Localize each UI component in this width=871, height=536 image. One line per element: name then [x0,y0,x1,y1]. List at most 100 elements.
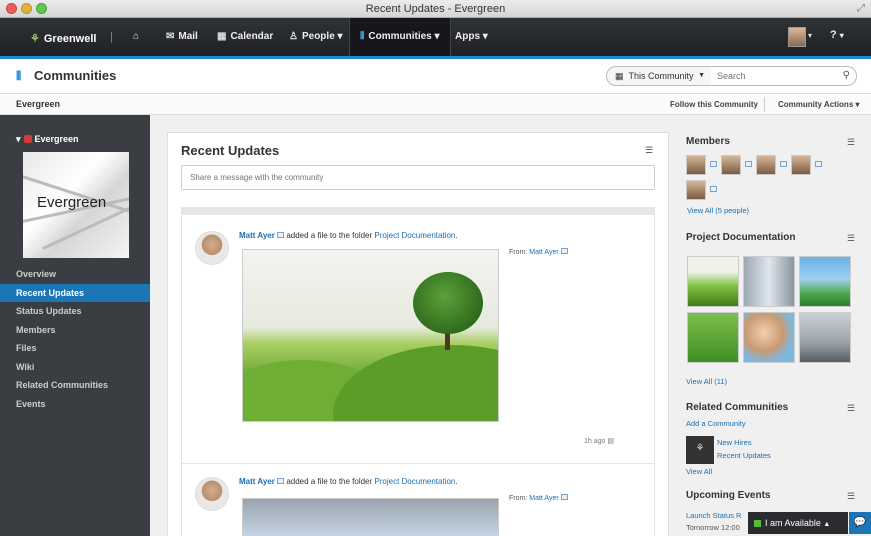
search-scope-dropdown[interactable]: ▦ This Community ▼ [606,66,712,86]
related-menu-icon[interactable]: ☰ [847,403,855,414]
search-input[interactable] [717,67,827,85]
member-avatar[interactable] [686,155,706,175]
event-time: Tomorrow 12:00 [686,523,740,532]
community-badge-icon [23,135,32,143]
author-avatar[interactable] [195,477,229,511]
sidebar-item-files[interactable]: Files [0,339,150,358]
nav-calendar[interactable]: ▦ Calendar [217,18,273,56]
doc-thumbnail[interactable] [743,256,795,307]
business-card-icon[interactable] [710,161,717,167]
business-card-icon[interactable] [277,232,285,238]
community-toggle[interactable]: ▾ Evergreen [16,134,79,145]
recent-updates-panel: Recent Updates ☰ Matt Ayer added a file … [167,132,669,536]
chat-status-bar[interactable]: I am Available ▲ [748,512,848,534]
nav-communities[interactable]: ⦀ Communities ▾ [349,18,451,56]
sidebar-item-related-communities[interactable]: Related Communities [0,376,150,395]
comment-icon[interactable]: ▤ [607,438,614,445]
share-box [181,165,655,190]
avatar-caret-icon[interactable]: ▾ [808,31,812,40]
doc-thumbnail[interactable] [687,312,739,363]
close-window-button[interactable] [6,3,17,14]
sidebar-item-status-updates[interactable]: Status Updates [0,302,150,321]
help-menu[interactable]: ? ▾ [830,29,844,41]
top-navigation: ⚘ Greenwell | ⌂ ✉ Mail ▦ Calendar ♙ People ▾… [0,18,871,59]
author-link[interactable]: Matt Ayer [239,231,275,240]
follow-community-link[interactable]: Follow this Community [670,100,758,109]
view-all-docs-link[interactable]: View All (11) [686,377,727,386]
add-community-link[interactable]: Add a Community [686,419,746,428]
communities-icon: ⦀ [360,31,365,42]
from-link[interactable]: Matt Ayer [529,495,558,502]
author-avatar[interactable] [195,231,229,265]
event-link[interactable]: Launch Status R [686,511,741,520]
menu-icon[interactable]: ☰ [645,145,653,156]
zoom-window-button[interactable] [36,3,47,14]
folder-link[interactable]: Project Documentation [374,477,455,486]
chat-icon[interactable]: 💬 [849,512,871,534]
entry-from: From: Matt Ayer [509,494,568,502]
doc-thumbnail[interactable] [687,256,739,307]
doc-thumbnail[interactable] [799,312,851,363]
nav-people[interactable]: ♙ People ▾ [289,18,343,56]
activity-feed: Matt Ayer added a file to the folder Pro… [181,207,655,536]
communities-icon: ⦀ [16,69,22,83]
members-menu-icon[interactable]: ☰ [847,137,855,148]
attached-image-buildings[interactable] [242,498,499,536]
search-icon[interactable]: ⚲ [843,70,850,81]
brand-logo[interactable]: ⚘ Greenwell [30,32,96,45]
fullscreen-icon[interactable]: ⤢ [857,0,865,18]
docs-menu-icon[interactable]: ☰ [847,233,855,244]
folder-link[interactable]: Project Documentation [374,231,455,240]
window-title: Recent Updates - Evergreen [365,3,506,15]
related-title: Related Communities [686,402,789,413]
sidebar-item-events[interactable]: Events [0,395,150,414]
business-card-icon[interactable] [560,248,568,254]
nav-apps[interactable]: Apps ▾ [455,18,488,56]
business-card-icon[interactable] [560,494,568,500]
leaf-icon: ⚘ [30,33,40,45]
business-card-icon[interactable] [815,161,822,167]
community-name: Evergreen [16,99,61,109]
business-card-icon[interactable] [745,161,752,167]
doc-thumbnail[interactable] [799,256,851,307]
left-sidebar: ▾ Evergreen Evergreen Overview Recent Upd… [0,115,150,536]
events-menu-icon[interactable]: ☰ [847,491,855,502]
entry-divider [182,463,654,464]
view-all-related-link[interactable]: View All [686,467,712,476]
mail-icon: ✉ [166,31,175,42]
member-avatar[interactable] [721,155,741,175]
business-card-icon[interactable] [780,161,787,167]
related-community-link[interactable]: Recent Updates [717,451,771,460]
author-link[interactable]: Matt Ayer [239,477,275,486]
related-community-link[interactable]: New Hires [717,438,752,447]
user-avatar[interactable] [788,27,806,47]
member-avatar[interactable] [686,180,706,200]
sidebar-item-members[interactable]: Members [0,321,150,340]
sidebar-item-recent-updates[interactable]: Recent Updates [0,283,150,302]
entry-timestamp: 1h ago ▤ [584,438,614,445]
entry-text: Matt Ayer added a file to the folder Pro… [239,231,458,240]
minimize-window-button[interactable] [21,3,32,14]
home-icon[interactable]: ⌂ [133,18,139,56]
sidebar-item-overview[interactable]: Overview [0,265,150,284]
view-all-members-link[interactable]: View All (5 people) [687,206,749,215]
business-card-icon[interactable] [277,478,285,484]
from-link[interactable]: Matt Ayer [529,249,558,256]
page-title: Communities [34,68,117,83]
member-avatar[interactable] [756,155,776,175]
nav-mail[interactable]: ✉ Mail [166,18,198,56]
community-logo-icon[interactable]: ⚘ [686,436,714,464]
attached-image-tree[interactable] [242,249,499,422]
sidebar-item-wiki[interactable]: Wiki [0,358,150,377]
events-title: Upcoming Events [686,490,771,501]
nav-divider: | [110,31,113,43]
entry-text: Matt Ayer added a file to the folder Pro… [239,477,458,486]
right-sidebar: Members ☰ View All (5 people) Project Do… [685,132,860,536]
calendar-icon: ▦ [217,31,227,42]
doc-thumbnail[interactable] [743,312,795,363]
share-message-input[interactable] [182,166,642,189]
community-subbar: Evergreen Follow this Community Communit… [0,94,871,115]
business-card-icon[interactable] [710,186,717,192]
member-avatar[interactable] [791,155,811,175]
community-actions-menu[interactable]: Community Actions ▾ [778,100,860,109]
